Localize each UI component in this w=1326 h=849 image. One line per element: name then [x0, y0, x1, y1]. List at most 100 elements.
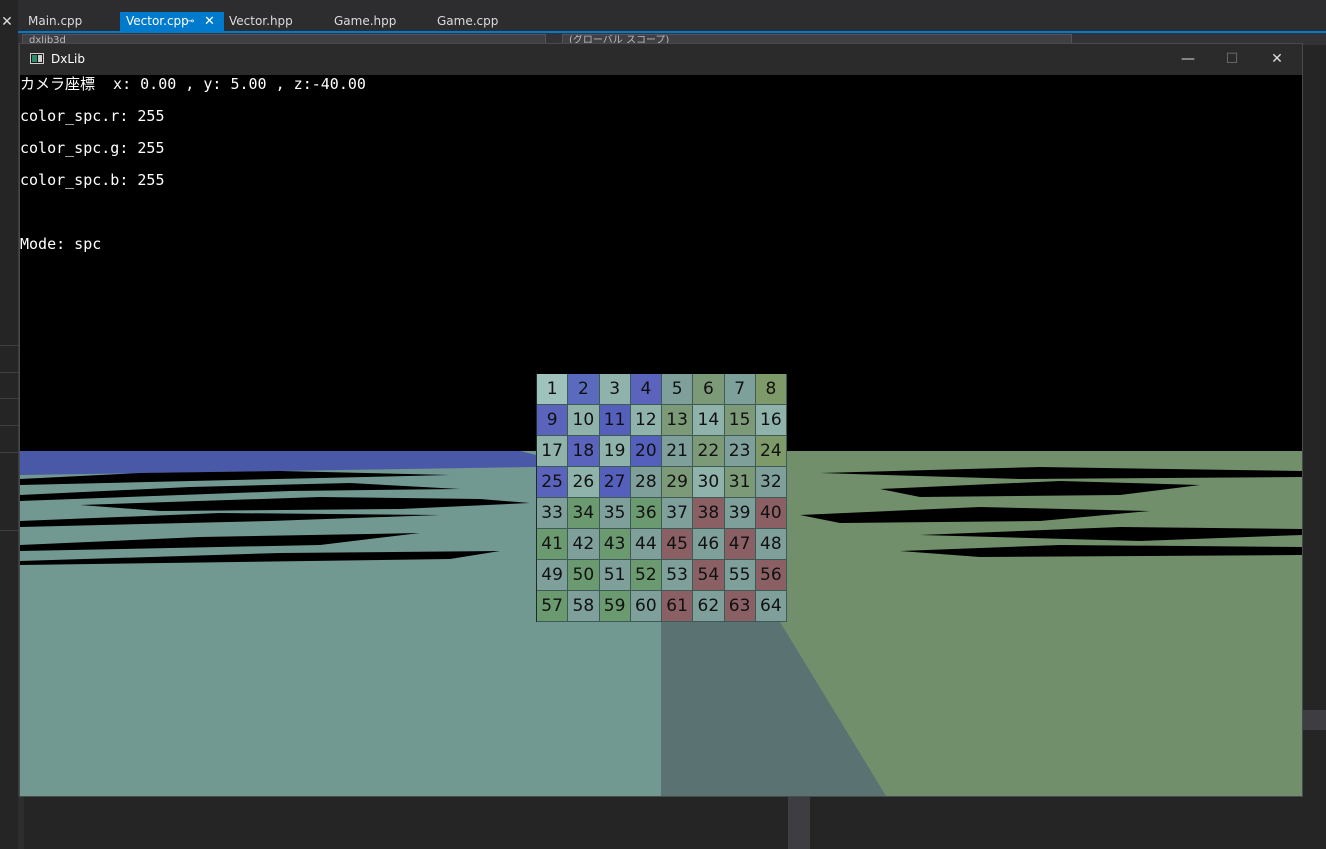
hud-color-g: color_spc.g: 255	[20, 139, 165, 157]
ide-panel-header	[1302, 710, 1326, 730]
hud-camera-coords: カメラ座標 x: 0.00 , y: 5.00 , z:-40.00	[20, 75, 366, 93]
texture-cell: 7	[724, 374, 756, 405]
render-viewport[interactable]: カメラ座標 x: 0.00 , y: 5.00 , z:-40.00 color…	[20, 75, 1302, 796]
texture-cell: 16	[755, 405, 787, 436]
texture-cell: 42	[568, 529, 600, 560]
texture-cell: 34	[568, 498, 600, 529]
texture-cell: 60	[630, 591, 662, 622]
texture-cell: 12	[630, 405, 662, 436]
texture-cell: 25	[537, 467, 569, 498]
texture-cell: 5	[662, 374, 694, 405]
texture-cell: 9	[537, 405, 569, 436]
tab-main-cpp[interactable]: Main.cpp	[22, 12, 120, 31]
tab-game-hpp[interactable]: Game.hpp	[328, 12, 428, 31]
rail-divider	[0, 530, 18, 531]
close-tab-icon[interactable]: ✕	[204, 12, 215, 31]
texture-cell: 33	[537, 498, 569, 529]
texture-cell: 51	[599, 560, 631, 591]
texture-cell: 3	[599, 374, 631, 405]
dxlib-window: DxLib — ☐ ✕ カメラ座標 x: 0.00 , y: 5.00 , z:…	[20, 44, 1302, 796]
tab-game-cpp[interactable]: Game.cpp	[431, 12, 531, 31]
texture-cell: 38	[693, 498, 725, 529]
texture-cell: 30	[693, 467, 725, 498]
texture-cell: 41	[537, 529, 569, 560]
texture-cell: 49	[537, 560, 569, 591]
texture-cell: 26	[568, 467, 600, 498]
texture-cell: 58	[568, 591, 600, 622]
texture-cell: 57	[537, 591, 569, 622]
tab-label: Main.cpp	[28, 14, 83, 28]
hud-color-r: color_spc.r: 255	[20, 107, 165, 125]
texture-cell: 22	[693, 436, 725, 467]
texture-cell: 56	[755, 560, 787, 591]
texture-cell: 19	[599, 436, 631, 467]
texture-cell: 13	[662, 405, 694, 436]
rail-divider	[0, 372, 18, 373]
panel-close-icon[interactable]: ✕	[0, 12, 14, 32]
texture-cell: 15	[724, 405, 756, 436]
texture-cell: 44	[630, 529, 662, 560]
tab-label: Vector.hpp	[229, 14, 293, 28]
texture-cell: 18	[568, 436, 600, 467]
minimize-button[interactable]: —	[1165, 44, 1211, 75]
pin-icon[interactable]: ⊸	[186, 12, 194, 31]
texture-cell: 6	[693, 374, 725, 405]
ground-right-plane	[780, 451, 1302, 796]
rail-divider	[0, 398, 18, 399]
texture-cell: 32	[755, 467, 787, 498]
texture-cell: 36	[630, 498, 662, 529]
texture-cell: 37	[662, 498, 694, 529]
tab-label: Game.hpp	[334, 14, 397, 28]
texture-cell: 31	[724, 467, 756, 498]
texture-cell: 8	[755, 374, 787, 405]
tab-vector-hpp[interactable]: Vector.hpp	[223, 12, 323, 31]
texture-cell: 39	[724, 498, 756, 529]
texture-cell: 35	[599, 498, 631, 529]
texture-cell: 64	[755, 591, 787, 622]
editor-scrollbar[interactable]	[788, 796, 810, 849]
texture-cell: 27	[599, 467, 631, 498]
texture-cell: 54	[693, 560, 725, 591]
texture-cell: 29	[662, 467, 694, 498]
window-title: DxLib	[51, 52, 85, 66]
app-window-icon	[30, 53, 44, 64]
output-panel	[810, 796, 1326, 849]
texture-cell: 46	[693, 529, 725, 560]
texture-cell: 61	[662, 591, 694, 622]
ide-side-rail	[0, 0, 19, 849]
texture-cell: 48	[755, 529, 787, 560]
texture-cell: 63	[724, 591, 756, 622]
texture-cell: 47	[724, 529, 756, 560]
rail-divider	[0, 425, 18, 426]
tab-label: Game.cpp	[437, 14, 499, 28]
maximize-button[interactable]: ☐	[1209, 44, 1255, 75]
texture-cell: 28	[630, 467, 662, 498]
rail-divider	[0, 345, 18, 346]
tab-vector-cpp[interactable]: Vector.cpp ⊸ ✕	[120, 12, 224, 31]
window-titlebar[interactable]: DxLib — ☐ ✕	[20, 44, 1302, 75]
close-window-button[interactable]: ✕	[1254, 44, 1300, 75]
texture-cell: 2	[568, 374, 600, 405]
hud-color-b: color_spc.b: 255	[20, 171, 165, 189]
editor-area	[18, 796, 794, 849]
textured-cube-face: 1 2 3 4 5 6 7 8 9 10 11 12 13 14 15 16 17 18 19 20 21 22 23 24 2…	[536, 374, 787, 622]
texture-cell: 40	[755, 498, 787, 529]
texture-cell: 52	[630, 560, 662, 591]
texture-cell: 17	[537, 436, 569, 467]
texture-cell: 1	[537, 374, 569, 405]
texture-cell: 11	[599, 405, 631, 436]
texture-cell: 50	[568, 560, 600, 591]
texture-cell: 10	[568, 405, 600, 436]
texture-cell: 24	[755, 436, 787, 467]
tab-label: Vector.cpp	[126, 14, 189, 28]
texture-cell: 14	[693, 405, 725, 436]
texture-cell: 21	[662, 436, 694, 467]
texture-cell: 23	[724, 436, 756, 467]
texture-cell: 53	[662, 560, 694, 591]
texture-cell: 43	[599, 529, 631, 560]
texture-cell: 20	[630, 436, 662, 467]
texture-cell: 45	[662, 529, 694, 560]
texture-cell: 4	[630, 374, 662, 405]
texture-cell: 59	[599, 591, 631, 622]
rail-divider	[0, 452, 18, 453]
